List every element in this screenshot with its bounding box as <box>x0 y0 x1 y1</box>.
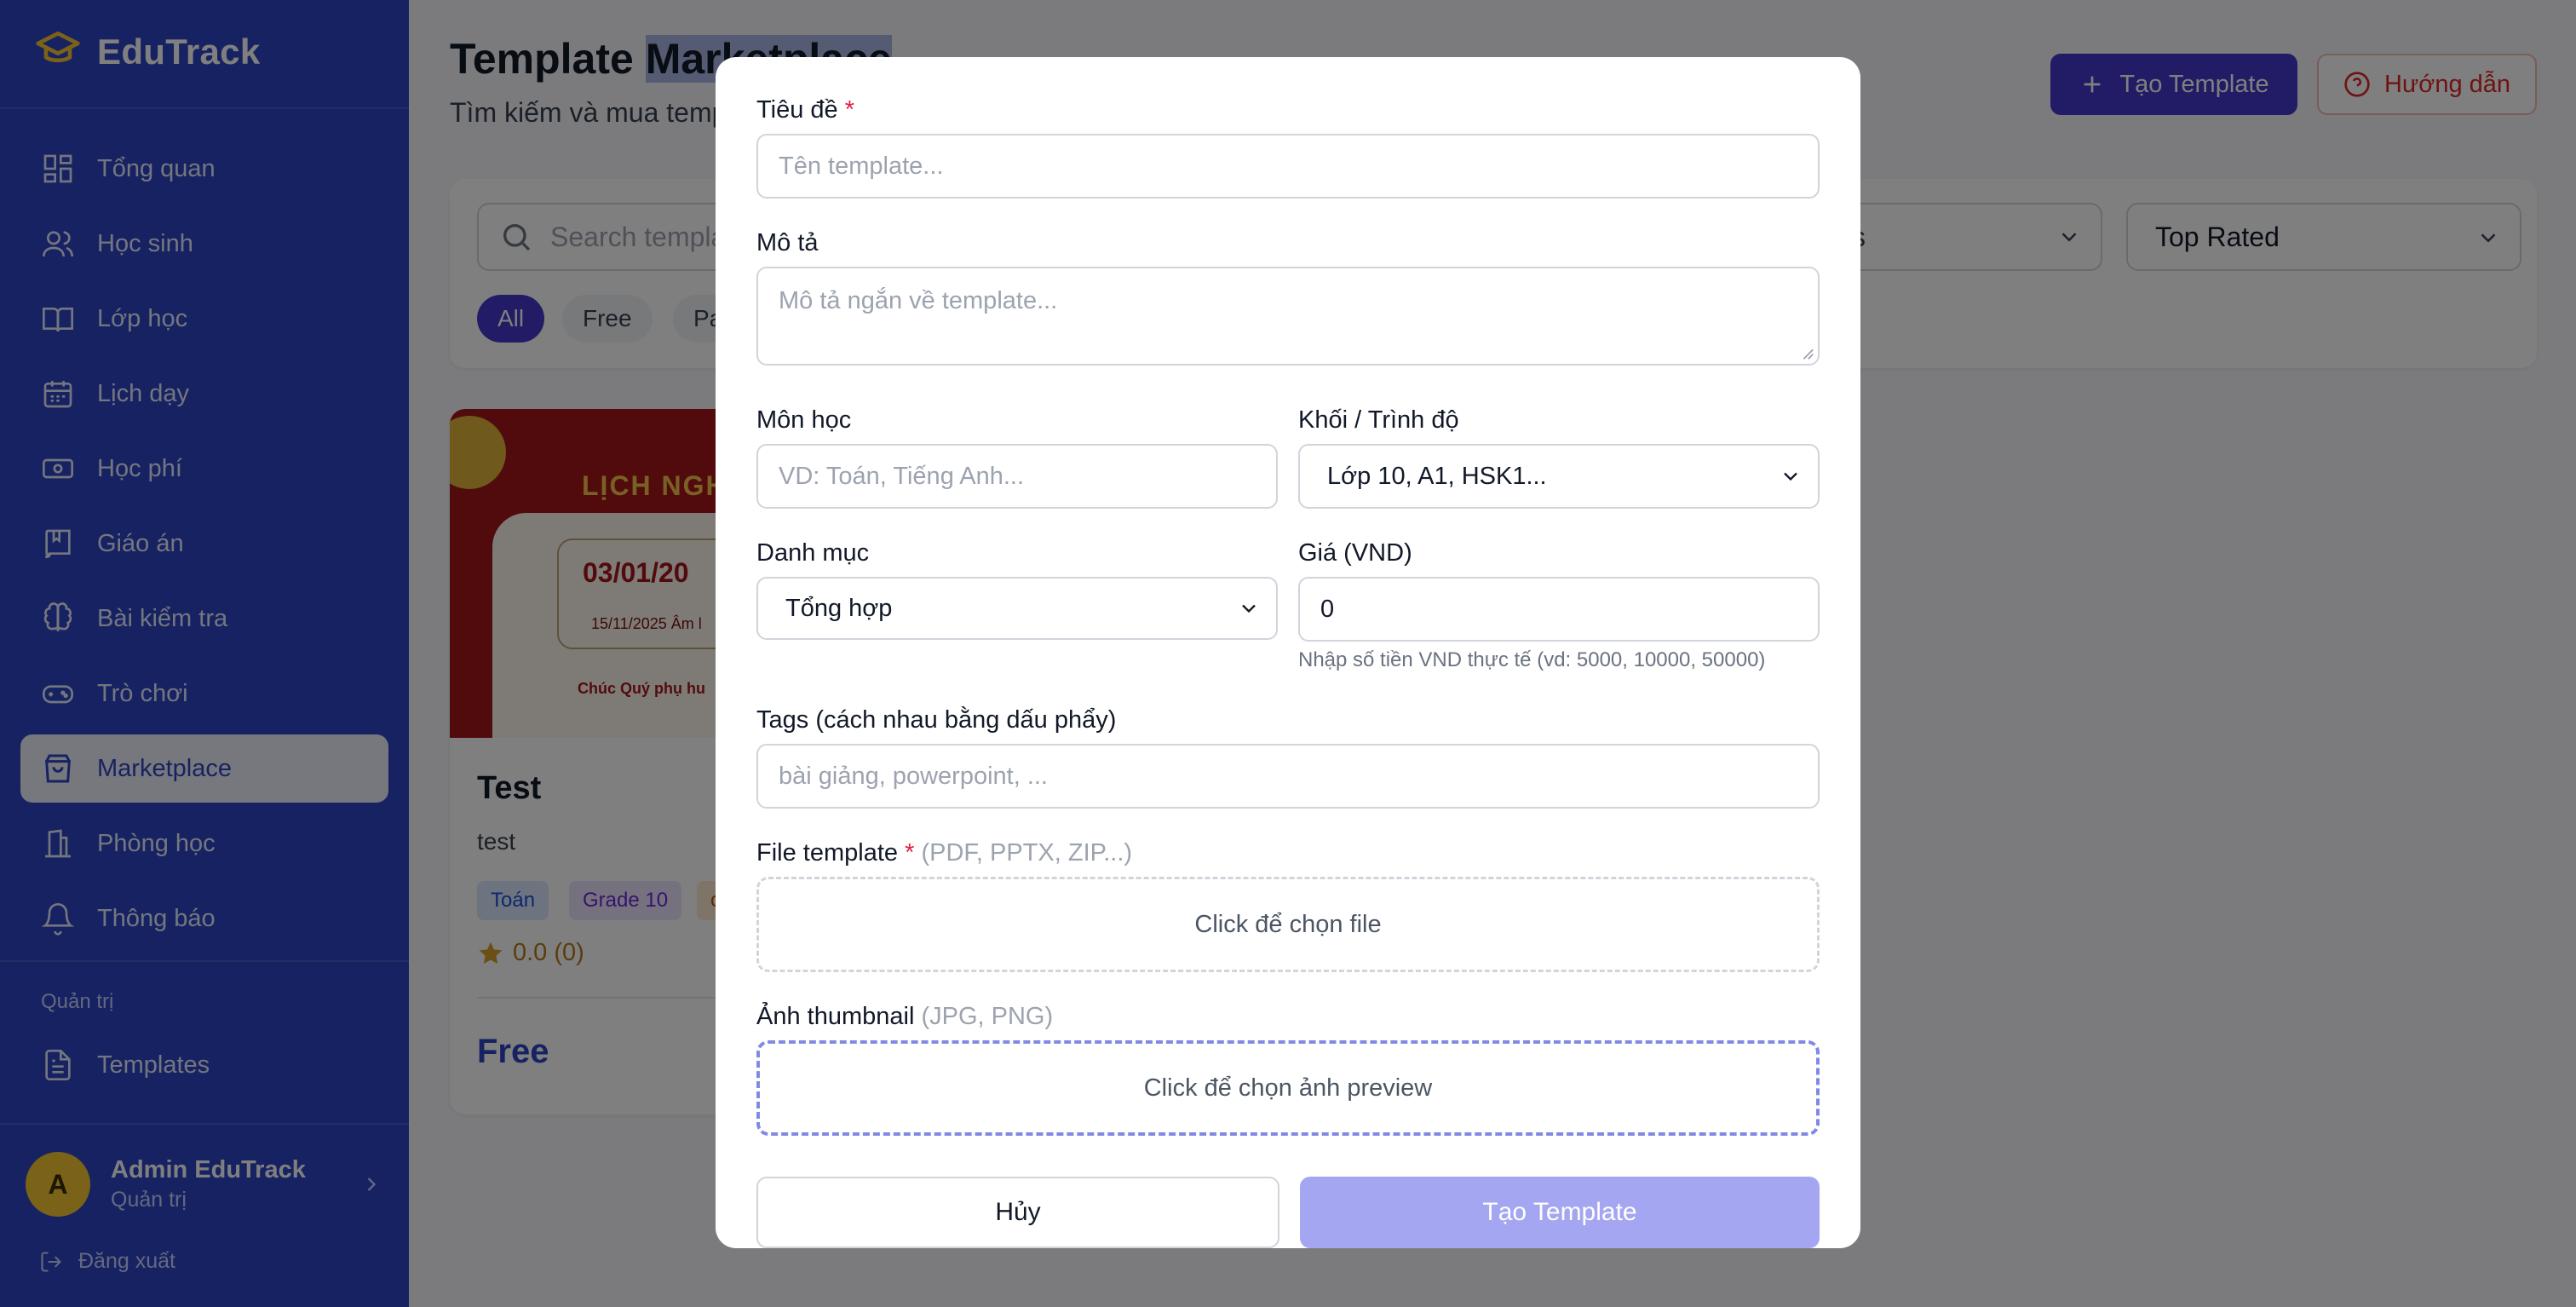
level-select[interactable]: Lớp 10, A1, HSK1... <box>1298 444 1820 509</box>
resize-grip-icon[interactable] <box>1799 345 1814 360</box>
submit-create-template-button[interactable]: Tạo Template <box>1300 1177 1820 1248</box>
file-hint: (PDF, PPTX, ZIP...) <box>921 839 1133 867</box>
category-label: Danh mục <box>756 539 870 567</box>
subject-input[interactable]: VD: Toán, Tiếng Anh... <box>756 444 1278 509</box>
thumbnail-label: Ảnh thumbnail (JPG, PNG) <box>756 1003 1053 1031</box>
file-dropzone-label: Click để chọn file <box>1194 910 1382 938</box>
category-select-value: Tổng hợp <box>785 594 893 622</box>
tags-label: Tags (cách nhau bằng dấu phẩy) <box>756 706 1117 734</box>
cancel-button[interactable]: Hủy <box>756 1177 1279 1248</box>
subject-label: Môn học <box>756 406 852 434</box>
price-label: Giá (VND) <box>1298 539 1412 567</box>
file-label-text: File template <box>756 839 899 867</box>
title-input[interactable]: Tên template... <box>756 134 1820 199</box>
title-label: Tiêu đề * <box>756 96 854 124</box>
description-placeholder: Mô tả ngắn về template... <box>779 287 1058 314</box>
level-label: Khối / Trình độ <box>1298 406 1459 434</box>
description-label: Mô tả <box>756 229 819 256</box>
title-label-text: Tiêu đề <box>756 96 838 124</box>
create-template-modal: Tiêu đề * Tên template... Mô tả Mô tả ng… <box>716 57 1860 1248</box>
file-label: File template * (PDF, PPTX, ZIP...) <box>756 839 1132 867</box>
file-dropzone[interactable]: Click để chọn file <box>756 877 1820 972</box>
subject-placeholder: VD: Toán, Tiếng Anh... <box>779 462 1025 490</box>
title-placeholder: Tên template... <box>779 152 944 180</box>
chevron-down-icon <box>1784 472 1797 481</box>
category-select[interactable]: Tổng hợp <box>756 577 1278 640</box>
level-select-value: Lớp 10, A1, HSK1... <box>1327 462 1547 490</box>
required-marker: * <box>905 839 915 867</box>
price-value: 0 <box>1320 595 1335 623</box>
chevron-down-icon <box>1242 604 1256 613</box>
thumbnail-dropzone-label: Click để chọn ảnh preview <box>1143 1074 1433 1102</box>
required-marker: * <box>844 96 855 124</box>
tags-placeholder: bài giảng, powerpoint, ... <box>779 762 1048 790</box>
thumbnail-dropzone[interactable]: Click để chọn ảnh preview <box>756 1040 1820 1136</box>
price-input[interactable]: 0 <box>1298 577 1820 642</box>
price-note: Nhập số tiền VND thực tế (vd: 5000, 1000… <box>1298 648 1766 671</box>
description-textarea[interactable]: Mô tả ngắn về template... <box>756 267 1820 366</box>
thumbnail-label-text: Ảnh thumbnail <box>756 1003 915 1030</box>
thumbnail-hint: (JPG, PNG) <box>921 1003 1054 1030</box>
tags-input[interactable]: bài giảng, powerpoint, ... <box>756 744 1820 809</box>
